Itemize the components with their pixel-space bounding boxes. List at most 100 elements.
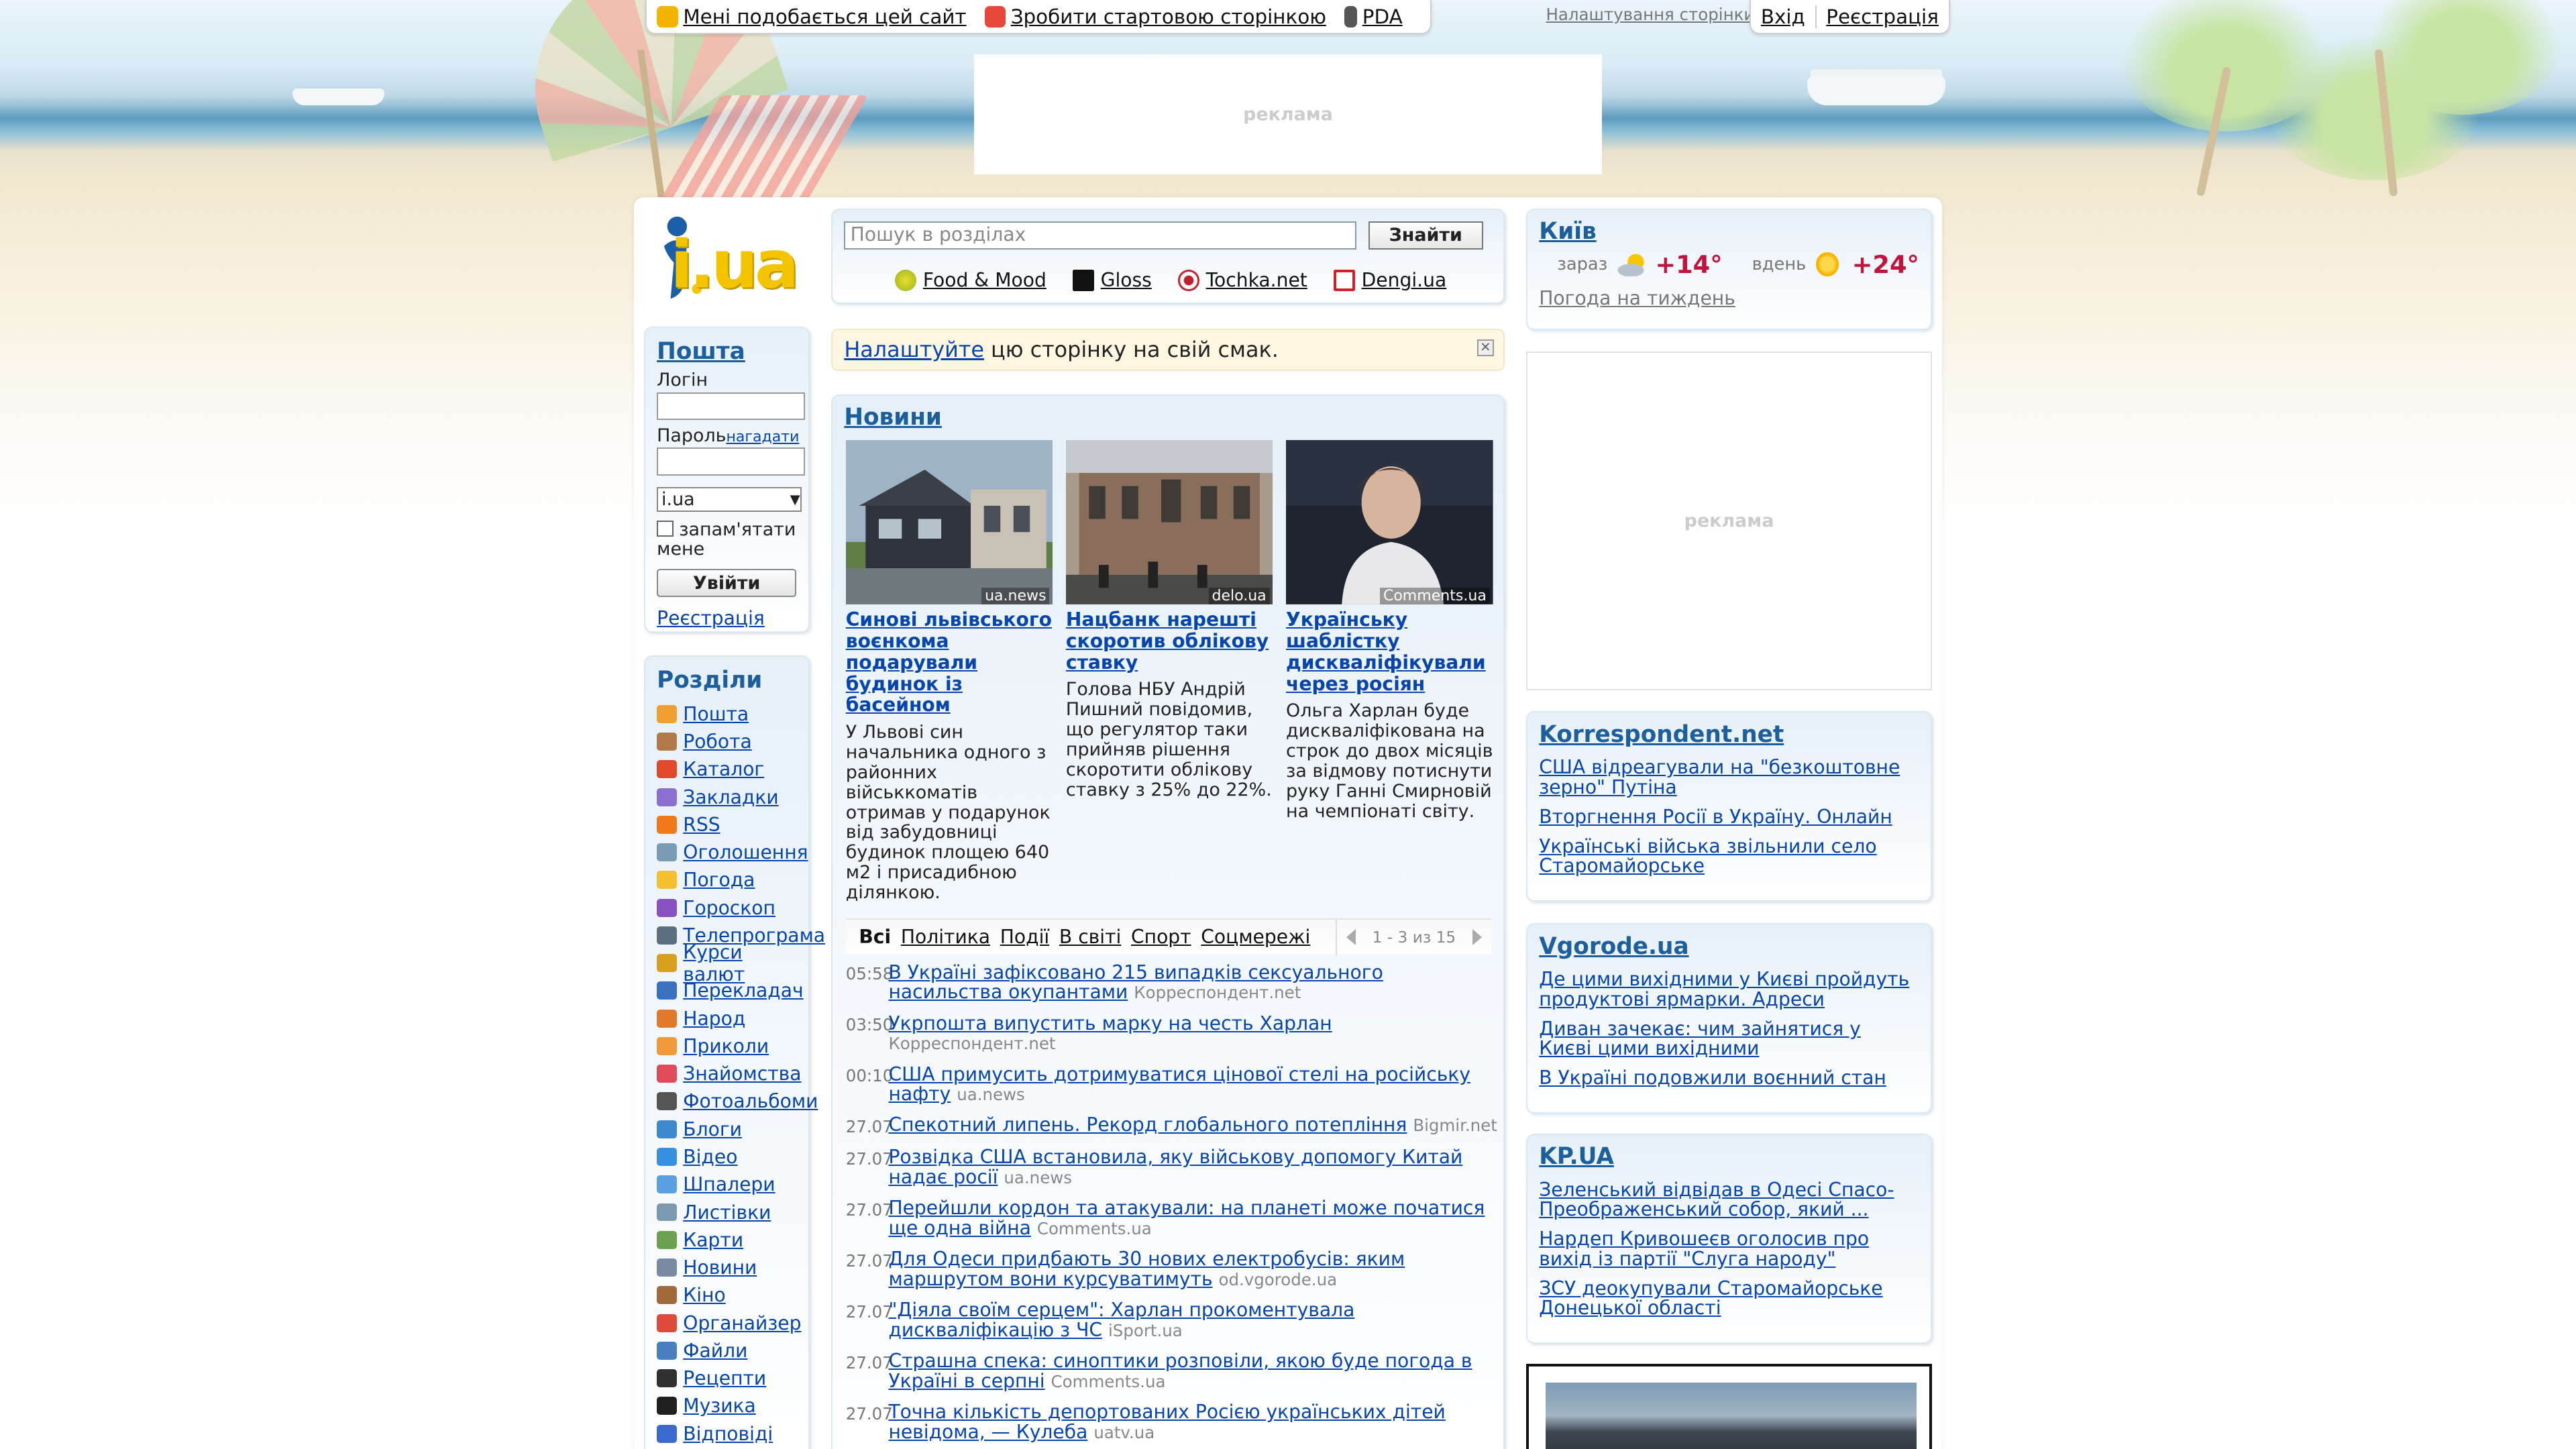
make-homepage-link[interactable]: Зробити стартовою сторінкою bbox=[984, 5, 1326, 28]
section-item[interactable]: Народ bbox=[657, 1005, 797, 1032]
news-card-title[interactable]: Синові львівського воєнкома подарували б… bbox=[846, 609, 1053, 716]
section-item[interactable]: Робота bbox=[657, 728, 797, 755]
tab-sport[interactable]: Спорт bbox=[1126, 926, 1196, 948]
section-item[interactable]: Листівки bbox=[657, 1198, 797, 1226]
news-thumbnail[interactable]: Comments.ua bbox=[1286, 439, 1493, 604]
food-mood-link[interactable]: Food & Mood bbox=[895, 269, 1046, 291]
news-link[interactable]: Перейшли кордон та атакували: на планеті… bbox=[888, 1197, 1485, 1238]
korrespondent-title[interactable]: Korrespondent.net bbox=[1539, 721, 1919, 748]
tochka-link[interactable]: Tochka.net bbox=[1178, 269, 1307, 291]
side-news-item[interactable]: Українські війська звільнили село Старом… bbox=[1539, 837, 1919, 876]
prev-arrow-icon[interactable] bbox=[1346, 929, 1356, 946]
mail-login-button[interactable]: Увійти bbox=[657, 569, 797, 598]
search-input[interactable]: Пошук в розділах bbox=[844, 221, 1357, 250]
news-card-title[interactable]: Нацбанк нарешті скоротив облікову ставку bbox=[1066, 609, 1273, 674]
section-item[interactable]: Органайзер bbox=[657, 1309, 802, 1336]
tab-all[interactable]: Всі bbox=[854, 926, 896, 948]
section-item[interactable]: Погода bbox=[657, 866, 797, 894]
section-label: Блоги bbox=[683, 1118, 742, 1140]
tab-social[interactable]: Соцмережі bbox=[1196, 926, 1316, 948]
gloss-link[interactable]: Gloss bbox=[1073, 269, 1152, 291]
section-item[interactable]: Відповіді bbox=[657, 1420, 797, 1448]
side-news-item[interactable]: Де цими вихідними у Києві пройдуть проду… bbox=[1539, 969, 1919, 1009]
news-card-text: У Львові син начальника одного з районни… bbox=[845, 722, 1051, 904]
domain-select[interactable]: i.ua ▼ bbox=[657, 486, 802, 512]
search-button[interactable]: Знайти bbox=[1368, 221, 1483, 250]
section-item[interactable]: Новини bbox=[657, 1254, 797, 1281]
day-temperature: +24° bbox=[1851, 250, 1919, 279]
section-label: RSS bbox=[683, 813, 720, 836]
section-item[interactable]: Пошта bbox=[657, 700, 797, 728]
section-item[interactable]: Закладки bbox=[657, 783, 797, 810]
news-title[interactable]: Новини bbox=[844, 404, 1492, 431]
mail-register-link[interactable]: Реєстрація bbox=[657, 607, 797, 629]
section-item[interactable]: Знайомства bbox=[657, 1060, 802, 1087]
news-link[interactable]: Точна кількість депортованих Росією укра… bbox=[888, 1401, 1445, 1442]
dengi-link[interactable]: Dengi.ua bbox=[1334, 269, 1446, 291]
weather-city[interactable]: Київ bbox=[1539, 218, 1919, 245]
vgorode-title[interactable]: Vgorode.ua bbox=[1539, 933, 1919, 960]
next-arrow-icon[interactable] bbox=[1472, 929, 1482, 946]
remember-checkbox[interactable] bbox=[657, 520, 674, 537]
vgorode-box: Vgorode.ua Де цими вихідними у Києві про… bbox=[1526, 923, 1932, 1114]
mail-title[interactable]: Пошта bbox=[657, 338, 797, 365]
weather-row: зараз +14° вдень +24° bbox=[1539, 250, 1919, 279]
news-link[interactable]: Страшна спека: синоптики розповіли, якою… bbox=[888, 1350, 1472, 1391]
kp-title[interactable]: KP.UA bbox=[1539, 1143, 1919, 1170]
remind-password-link[interactable]: нагадати bbox=[727, 429, 800, 445]
tab-events[interactable]: Події bbox=[995, 926, 1054, 948]
side-news-item[interactable]: США відреагували на "безкоштовне зерно" … bbox=[1539, 757, 1919, 797]
section-item[interactable]: RSS bbox=[657, 811, 797, 839]
tab-politics[interactable]: Політика bbox=[896, 926, 996, 948]
section-icon bbox=[657, 1424, 677, 1443]
section-item[interactable]: Файли bbox=[657, 1337, 797, 1364]
section-item[interactable]: Гороскоп bbox=[657, 894, 797, 921]
news-card-title[interactable]: Українську шаблістку дискваліфікували че… bbox=[1286, 609, 1493, 694]
section-item[interactable]: Відео bbox=[657, 1143, 797, 1171]
side-news-item[interactable]: Вторгнення Росії в Україну. Онлайн bbox=[1539, 807, 1919, 826]
news-link[interactable]: Спекотний липень. Рекорд глобального пот… bbox=[888, 1114, 1407, 1136]
star-icon bbox=[657, 5, 678, 28]
weekly-forecast-link[interactable]: Погода на тиждень bbox=[1539, 287, 1919, 309]
section-icon bbox=[657, 788, 677, 806]
news-thumbnail[interactable]: delo.ua bbox=[1065, 439, 1273, 604]
car-ad[interactable] bbox=[1526, 1363, 1932, 1449]
side-news-item[interactable]: ЗСУ деокупували Старомайорське Донецької… bbox=[1539, 1278, 1919, 1318]
news-thumbnail[interactable]: ua.news bbox=[845, 439, 1053, 604]
pda-link[interactable]: PDA bbox=[1344, 5, 1403, 28]
side-news-item[interactable]: Зеленський відвідав в Одесі Спасо-Преобр… bbox=[1539, 1180, 1919, 1220]
close-icon[interactable]: ✕ bbox=[1477, 339, 1494, 356]
section-item[interactable]: Рецепти bbox=[657, 1364, 797, 1392]
login-link[interactable]: Вхід bbox=[1751, 5, 1815, 28]
section-item[interactable]: Кіно bbox=[657, 1281, 797, 1309]
section-item[interactable]: Приколи bbox=[657, 1032, 797, 1060]
ad-banner-top[interactable]: реклама bbox=[974, 54, 1602, 174]
like-site-link[interactable]: Мені подобається цей сайт bbox=[657, 5, 967, 28]
section-item[interactable]: Каталог bbox=[657, 755, 797, 783]
register-link[interactable]: Реєстрація bbox=[1815, 5, 1949, 28]
side-news-item[interactable]: Нардеп Кривошеєв оголосив про вихід із п… bbox=[1539, 1229, 1919, 1269]
password-input[interactable] bbox=[657, 447, 805, 476]
customize-link[interactable]: Налаштуйте bbox=[844, 337, 984, 362]
section-item[interactable]: Шпалери bbox=[657, 1171, 797, 1198]
news-link[interactable]: Укрпошта випустить марку на честь Харлан bbox=[888, 1012, 1332, 1034]
tab-world[interactable]: В світі bbox=[1055, 926, 1126, 948]
section-item[interactable]: Фотоальбоми bbox=[657, 1087, 818, 1115]
section-item[interactable]: Музика bbox=[657, 1392, 797, 1419]
news-link[interactable]: Розвідка США встановила, яку військову д… bbox=[888, 1146, 1462, 1187]
section-icon bbox=[657, 1313, 677, 1332]
news-item-body: Точна кількість депортованих Росією укра… bbox=[888, 1402, 1503, 1442]
section-item[interactable]: Оголошення bbox=[657, 839, 808, 866]
section-item[interactable]: Карти bbox=[657, 1226, 797, 1254]
page-settings-link[interactable]: Налаштування сторінки bbox=[1546, 5, 1755, 24]
section-icon bbox=[657, 1203, 677, 1222]
login-input[interactable] bbox=[657, 392, 805, 421]
section-icon bbox=[657, 1230, 677, 1249]
ad-banner-right[interactable]: реклама bbox=[1526, 352, 1932, 690]
section-label: Робота bbox=[683, 731, 752, 753]
section-item[interactable]: Блоги bbox=[657, 1116, 797, 1143]
side-news-item[interactable]: В Україні подовжили воєнний стан bbox=[1539, 1068, 1919, 1087]
side-news-item[interactable]: Диван зачекає: чим зайнятися у Києві цим… bbox=[1539, 1019, 1919, 1059]
section-item[interactable]: Перекладач bbox=[657, 977, 804, 1004]
section-item[interactable]: Курси валют bbox=[657, 941, 797, 985]
